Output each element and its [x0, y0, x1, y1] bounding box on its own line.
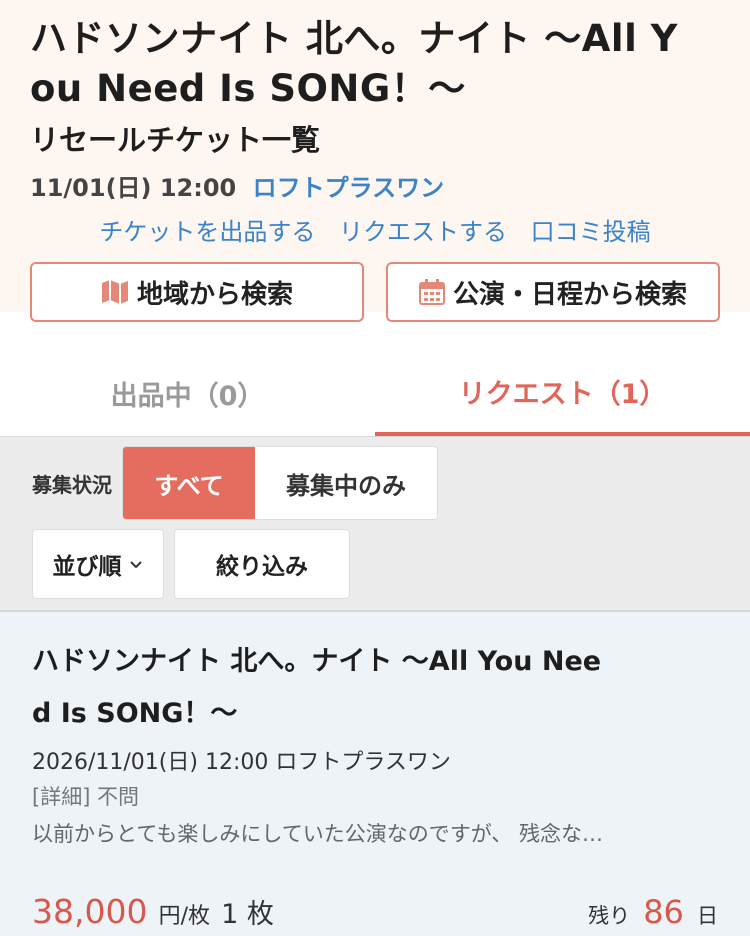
remaining-label: 残り [588, 904, 631, 928]
price-unit: 円/枚 [158, 904, 210, 929]
listing-title: ハドソンナイト 北へ。ナイト 〜All You Nee d Is SONG！〜 [32, 636, 718, 740]
status-filter-row: 募集状況 すべて 募集中のみ [32, 446, 718, 520]
request-card[interactable]: ハドソンナイト 北へ。ナイト 〜All You Nee d Is SONG！〜 … [0, 612, 750, 936]
listing-detail: [詳細] 不問 [32, 785, 140, 809]
price-line: 38,000 円/枚 1 枚 残り 86 日 [32, 892, 718, 931]
listing-title-line1: ハドソンナイト 北へ。ナイト 〜All You Nee [32, 646, 602, 677]
sort-label: 並び順 [52, 554, 122, 580]
remaining-days: 86 [643, 893, 684, 931]
listing-datetime-venue: 2026/11/01(日) 12:00 ロフトプラスワン [32, 750, 451, 775]
status-open-only-button[interactable]: 募集中のみ [255, 447, 437, 519]
status-all-button[interactable]: すべて [123, 447, 255, 519]
filter-panel: 募集状況 すべて 募集中のみ 並び順 絞り込み [0, 436, 750, 612]
request-link[interactable]: リクエストする [339, 218, 507, 246]
days-unit: 日 [697, 904, 718, 928]
region-search-button[interactable]: 地域から検索 [30, 262, 364, 322]
region-search-label: 地域から検索 [136, 279, 293, 310]
action-links: チケットを出品する リクエストする 口コミ投稿 [30, 214, 720, 250]
listing-title-line2: d Is SONG！〜 [32, 698, 238, 729]
remaining-group: 残り 86 日 [588, 893, 718, 931]
chevron-down-icon [129, 561, 142, 569]
venue-link[interactable]: ロフトプラスワン [253, 174, 445, 202]
event-date: 11/01(日) 12:00 [30, 174, 237, 202]
schedule-search-button[interactable]: 公演・日程から検索 [386, 262, 720, 322]
price-group: 38,000 円/枚 1 枚 [32, 892, 274, 931]
map-icon [101, 280, 128, 304]
event-dateline: 11/01(日) 12:00 ロフトプラスワン [30, 170, 720, 206]
schedule-search-label: 公演・日程から検索 [452, 279, 687, 310]
ticket-quantity: 1 枚 [221, 899, 274, 930]
event-title-line1: ハドソンナイト 北へ。ナイト 〜All Y [30, 17, 678, 60]
listing-price: 38,000 [32, 892, 148, 931]
review-post-link[interactable]: 口コミ投稿 [531, 218, 651, 246]
event-title-line2: ou Need Is SONG！〜 [30, 67, 466, 110]
calendar-icon [418, 279, 445, 305]
tab-bar: 出品中（0） リクエスト（1） [0, 350, 750, 436]
sort-dropdown[interactable]: 並び順 [32, 529, 164, 599]
sort-row: 並び順 絞り込み [32, 529, 718, 599]
sell-ticket-link[interactable]: チケットを出品する [99, 218, 315, 246]
page-subtitle: リセールチケット一覧 [30, 123, 321, 157]
tab-listings[interactable]: 出品中（0） [0, 350, 375, 436]
status-filter-label: 募集状況 [32, 472, 112, 497]
search-buttons: 地域から検索 公演・日程から検索 [30, 262, 720, 322]
listing-description: 以前からとても楽しみにしていた公演なのですが、 残念な… [32, 822, 603, 846]
narrow-down-button[interactable]: 絞り込み [174, 529, 350, 599]
event-title: ハドソンナイト 北へ。ナイト 〜All Y ou Need Is SONG！〜 [30, 14, 720, 114]
event-header: ハドソンナイト 北へ。ナイト 〜All Y ou Need Is SONG！〜 … [0, 0, 750, 322]
status-segmented-control: すべて 募集中のみ [122, 446, 438, 520]
tab-requests[interactable]: リクエスト（1） [375, 350, 750, 436]
